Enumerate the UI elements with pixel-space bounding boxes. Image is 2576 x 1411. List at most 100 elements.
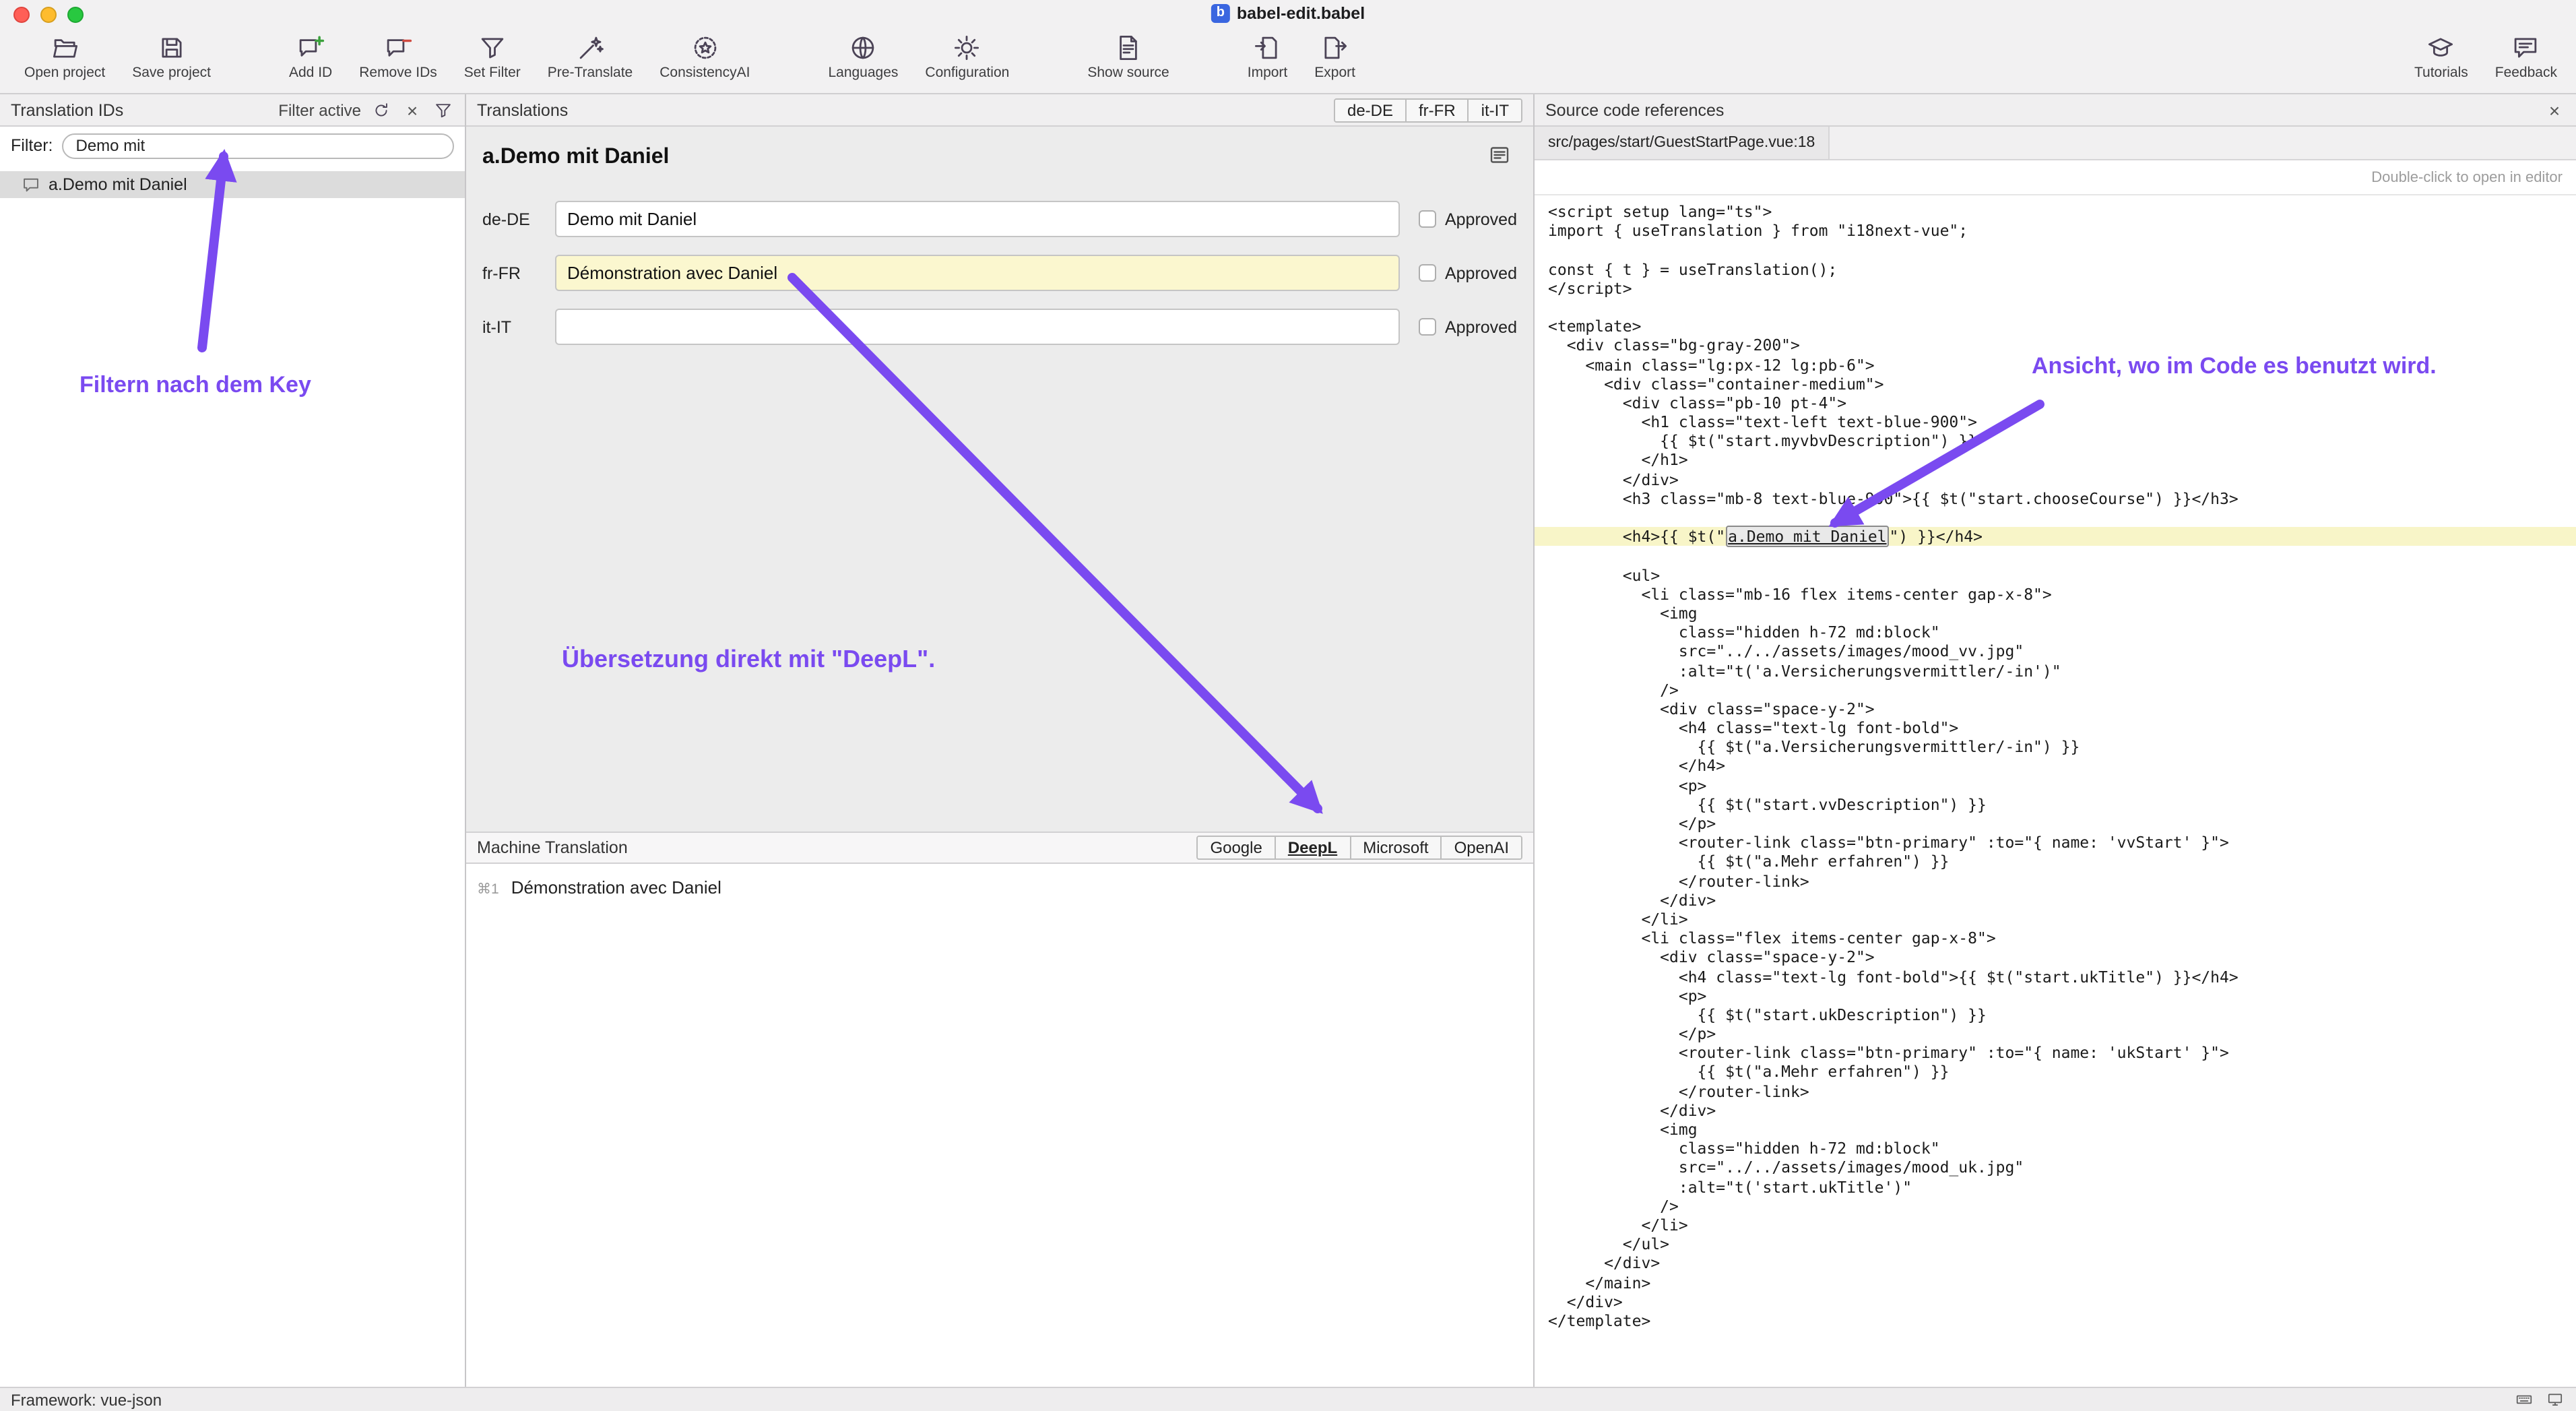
code-line[interactable]: <li class="flex items-center gap-x-8"> [1535, 929, 2576, 947]
code-line[interactable]: src="../../assets/images/mood_vv.jpg" [1535, 642, 2576, 661]
refresh-filter-icon[interactable] [371, 99, 392, 121]
code-line[interactable]: </p> [1535, 1024, 2576, 1043]
code-line[interactable] [1535, 508, 2576, 527]
close-window-button[interactable] [13, 7, 30, 23]
translation-id-item[interactable]: a.Demo mit Daniel [0, 171, 465, 198]
code-line[interactable]: {{ $t("start.vvDescription") }} [1535, 795, 2576, 814]
code-line[interactable]: /> [1535, 680, 2576, 699]
mt-provider-openai[interactable]: OpenAI [1441, 837, 1521, 858]
code-line[interactable]: <img [1535, 604, 2576, 623]
code-line[interactable]: <h1 class="text-left text-blue-900"> [1535, 412, 2576, 431]
source-file-tab[interactable]: src/pages/start/GuestStartPage.vue:18 [1535, 127, 1830, 159]
code-line[interactable]: <li class="mb-16 flex items-center gap-x… [1535, 585, 2576, 604]
code-line[interactable]: </ul> [1535, 1234, 2576, 1253]
code-line[interactable]: src="../../assets/images/mood_uk.jpg" [1535, 1158, 2576, 1177]
code-line[interactable]: {{ $t("a.Mehr erfahren") }} [1535, 852, 2576, 871]
code-line[interactable]: </p> [1535, 814, 2576, 833]
code-line[interactable]: :alt="t('start.ukTitle')" [1535, 1177, 2576, 1196]
code-view[interactable]: <script setup lang="ts">import { useTran… [1535, 195, 2576, 1387]
entry-note-icon[interactable] [1487, 142, 1512, 173]
lang-toggle-it-IT[interactable]: it-IT [1468, 99, 1521, 121]
code-line[interactable]: <h4 class="text-lg font-bold">{{ $t("sta… [1535, 967, 2576, 986]
code-line[interactable]: {{ $t("a.Mehr erfahren") }} [1535, 1063, 2576, 1081]
code-line[interactable]: </div> [1535, 1292, 2576, 1311]
code-line[interactable]: <router-link class="btn-primary" :to="{ … [1535, 1044, 2576, 1063]
code-line[interactable]: </div> [1535, 891, 2576, 910]
toolbar-import[interactable]: Import [1239, 31, 1296, 84]
code-line[interactable]: </main> [1535, 1273, 2576, 1292]
code-line[interactable]: class="hidden h-72 md:block" [1535, 623, 2576, 641]
mt-provider-deepl[interactable]: DeepL [1275, 837, 1349, 858]
code-line[interactable]: {{ $t("start.ukDescription") }} [1535, 1005, 2576, 1024]
toolbar-save-project[interactable]: Save project [124, 31, 219, 84]
clear-filter-icon[interactable]: × [401, 99, 423, 121]
code-line[interactable]: const { t } = useTranslation(); [1535, 259, 2576, 278]
code-line[interactable]: </template> [1535, 1311, 2576, 1330]
toolbar-add-id[interactable]: Add ID [281, 31, 340, 84]
toolbar-open-project[interactable]: Open project [16, 31, 113, 84]
lang-toggle-fr-FR[interactable]: fr-FR [1405, 99, 1468, 121]
code-line[interactable]: </h4> [1535, 757, 2576, 776]
code-line[interactable]: </router-link> [1535, 871, 2576, 890]
filter-icon[interactable] [432, 99, 454, 121]
code-line[interactable]: {{ $t("a.Versicherungsvermittler/-in") }… [1535, 738, 2576, 757]
code-line[interactable]: </div> [1535, 1254, 2576, 1273]
code-line[interactable]: </h1> [1535, 451, 2576, 470]
code-line[interactable]: <ul> [1535, 565, 2576, 584]
code-line[interactable] [1535, 298, 2576, 317]
toolbar-consistency-ai[interactable]: ConsistencyAI [651, 31, 758, 84]
minimize-window-button[interactable] [40, 7, 57, 23]
mt-provider-google[interactable]: Google [1198, 837, 1274, 858]
toolbar-languages[interactable]: Languages [820, 31, 906, 84]
code-line[interactable]: <div class="container-medium"> [1535, 374, 2576, 393]
toolbar-feedback[interactable]: Feedback [2487, 31, 2565, 84]
code-line[interactable] [1535, 546, 2576, 565]
code-line[interactable]: </div> [1535, 1101, 2576, 1120]
highlighted-translation-key[interactable]: a.Demo mit Daniel [1725, 526, 1889, 547]
code-line[interactable]: <h4>{{ $t("a.Demo mit Daniel") }}</h4> [1535, 527, 2576, 546]
code-line[interactable] [1535, 241, 2576, 259]
code-line[interactable]: <template> [1535, 317, 2576, 336]
code-line[interactable]: <img [1535, 1120, 2576, 1139]
code-line[interactable]: </li> [1535, 910, 2576, 929]
toolbar-show-source[interactable]: Show source [1079, 31, 1177, 84]
code-line[interactable]: </li> [1535, 1216, 2576, 1234]
code-line[interactable]: </router-link> [1535, 1081, 2576, 1100]
approved-checkbox-it-IT[interactable] [1419, 318, 1437, 336]
close-panel-icon[interactable]: × [2544, 99, 2565, 121]
code-line[interactable]: <h4 class="text-lg font-bold"> [1535, 718, 2576, 737]
code-line[interactable]: import { useTranslation } from "i18next-… [1535, 221, 2576, 240]
code-line[interactable]: <div class="space-y-2"> [1535, 699, 2576, 718]
code-line[interactable]: <main class="lg:px-12 lg:pb-6"> [1535, 355, 2576, 374]
code-line[interactable]: <div class="space-y-2"> [1535, 948, 2576, 967]
translation-input-it-IT[interactable] [555, 309, 1400, 345]
filter-input[interactable] [63, 133, 455, 158]
toolbar-pre-translate[interactable]: Pre-Translate [540, 31, 641, 84]
approved-checkbox-de-DE[interactable] [1419, 210, 1437, 228]
translation-input-fr-FR[interactable] [555, 255, 1400, 291]
code-line[interactable]: <div class="pb-10 pt-4"> [1535, 394, 2576, 412]
code-line[interactable]: <router-link class="btn-primary" :to="{ … [1535, 833, 2576, 852]
approved-checkbox-fr-FR[interactable] [1419, 264, 1437, 282]
lang-toggle-de-DE[interactable]: de-DE [1335, 99, 1405, 121]
code-line[interactable]: <script setup lang="ts"> [1535, 202, 2576, 221]
mt-provider-microsoft[interactable]: Microsoft [1349, 837, 1440, 858]
mt-suggestion[interactable]: ⌘1 Démonstration avec Daniel [466, 875, 1533, 900]
zoom-window-button[interactable] [67, 7, 84, 23]
code-line[interactable]: </div> [1535, 470, 2576, 489]
code-line[interactable]: /> [1535, 1197, 2576, 1216]
toolbar-set-filter[interactable]: Set Filter [456, 31, 529, 84]
keyboard-icon[interactable] [2513, 1389, 2534, 1410]
code-line[interactable]: <div class="bg-gray-200"> [1535, 336, 2576, 355]
toolbar-tutorials[interactable]: Tutorials [2406, 31, 2476, 84]
translation-input-de-DE[interactable] [555, 201, 1400, 237]
code-line[interactable]: class="hidden h-72 md:block" [1535, 1139, 2576, 1158]
code-line[interactable]: {{ $t("start.myvbvDescription") }} [1535, 432, 2576, 451]
toolbar-export[interactable]: Export [1306, 31, 1363, 84]
code-line[interactable]: <p> [1535, 776, 2576, 794]
code-line[interactable]: <p> [1535, 986, 2576, 1005]
display-icon[interactable] [2544, 1389, 2565, 1410]
code-line[interactable]: :alt="t('a.Versicherungsvermittler/-in')… [1535, 661, 2576, 680]
code-line[interactable]: </script> [1535, 279, 2576, 298]
toolbar-configuration[interactable]: Configuration [917, 31, 1017, 84]
